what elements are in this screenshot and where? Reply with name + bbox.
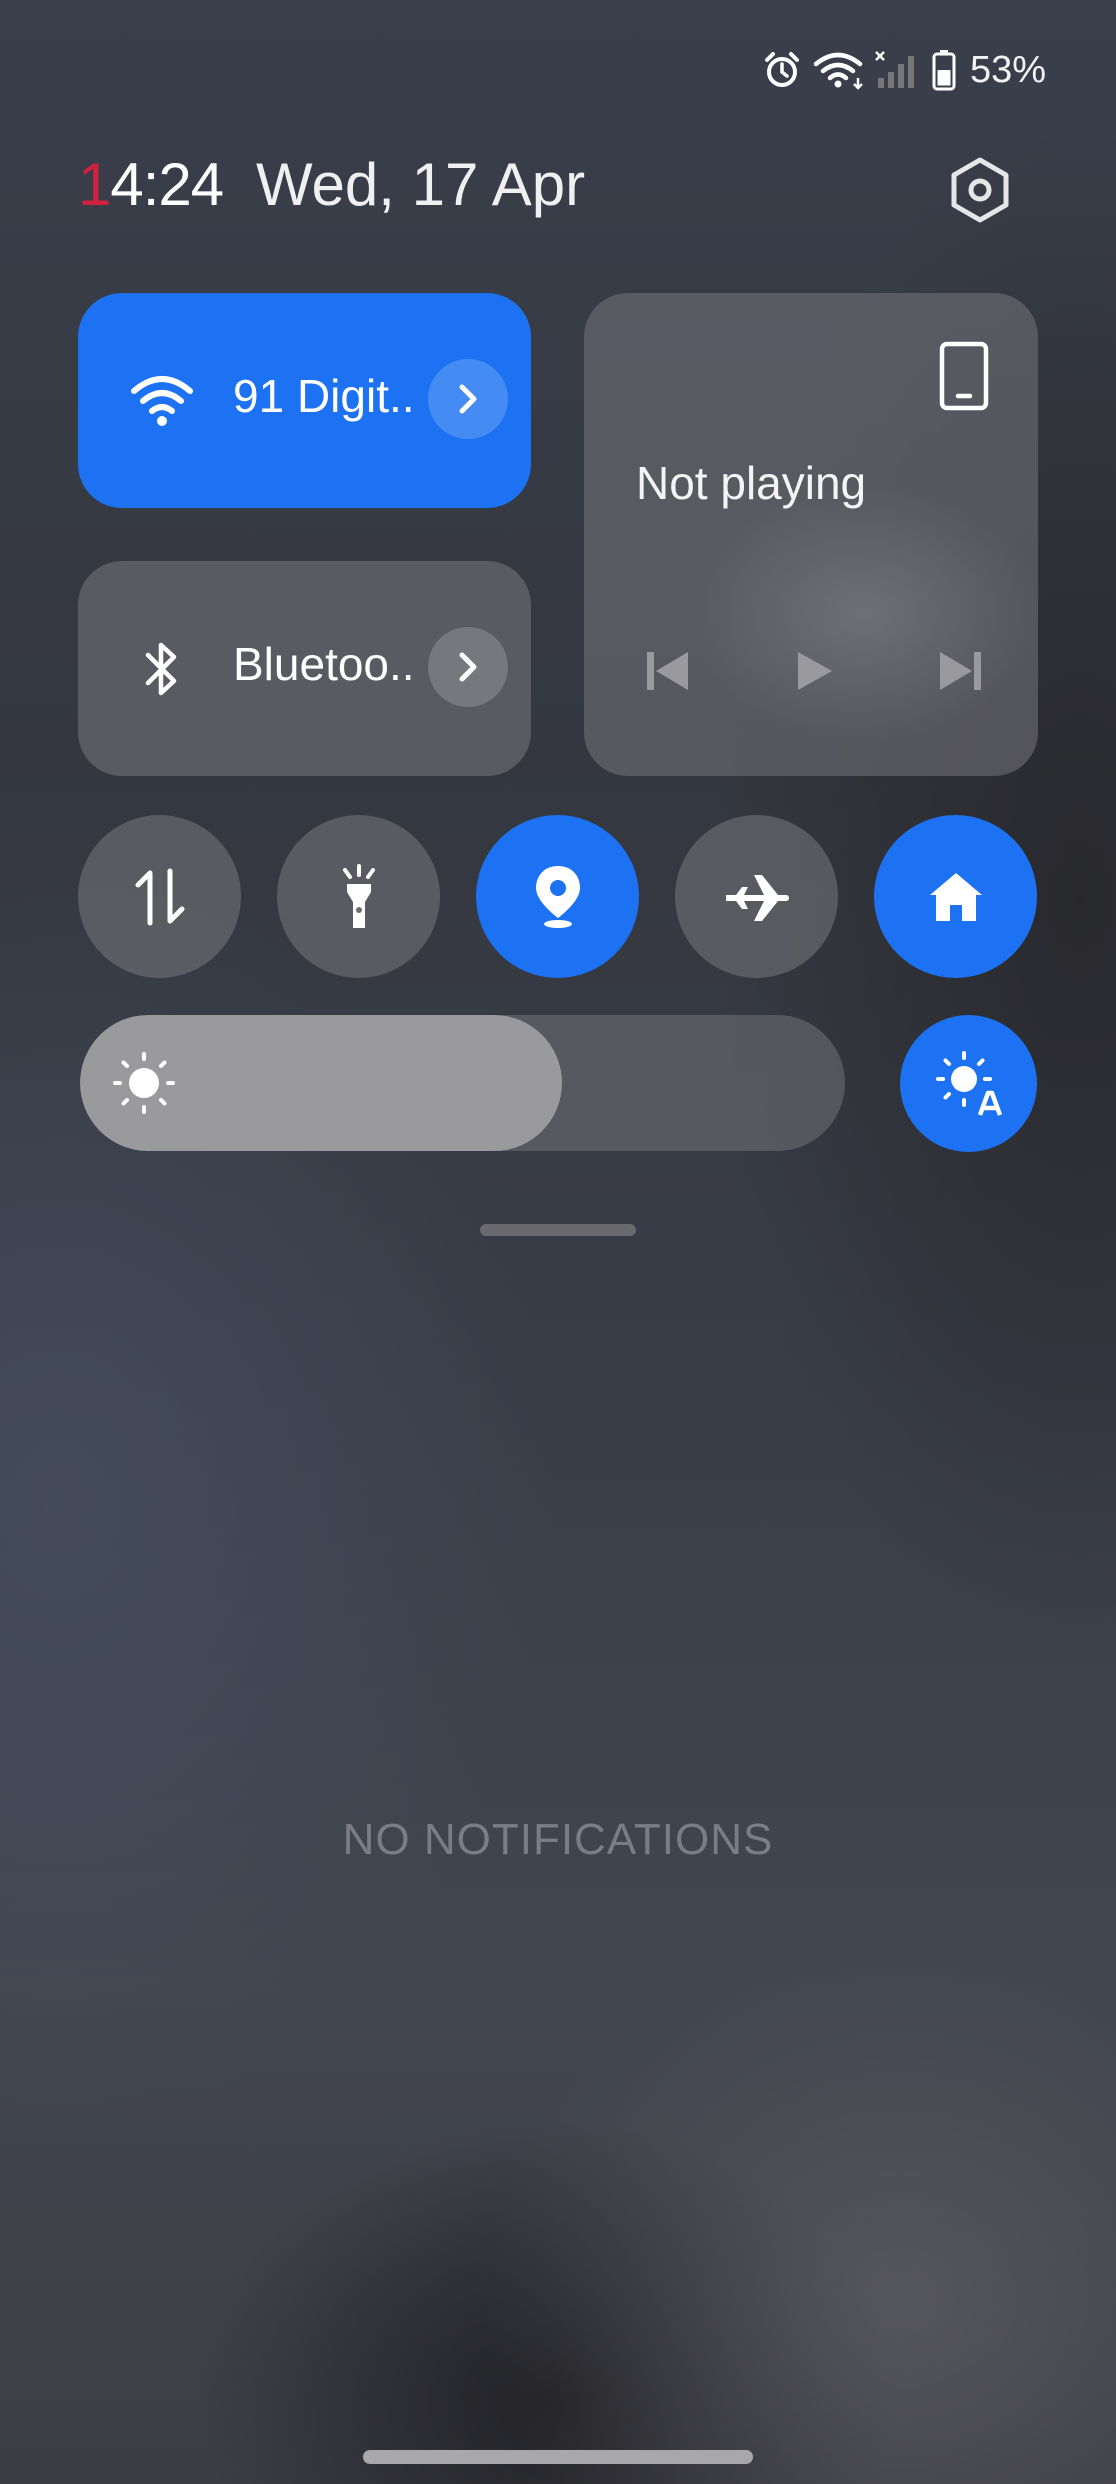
media-tile[interactable]: Not playing	[584, 293, 1038, 776]
auto-brightness-icon	[935, 1050, 1002, 1116]
phone-icon	[939, 341, 989, 411]
media-controls	[644, 648, 984, 699]
wifi-tile[interactable]: 91 Digit..	[78, 293, 531, 508]
skip-next-icon	[940, 652, 981, 690]
wifi-network-name: 91 Digit..	[233, 370, 415, 422]
previous-track-button[interactable]	[644, 648, 692, 699]
play-button[interactable]	[794, 648, 834, 699]
location-toggle[interactable]	[476, 815, 639, 978]
clock-first-digit: 1	[78, 151, 111, 218]
play-icon	[798, 652, 832, 690]
bluetooth-label: Bluetoo..	[233, 638, 415, 690]
panel-drag-handle[interactable]	[480, 1224, 636, 1236]
bluetooth-tile[interactable]: Bluetoo..	[78, 561, 531, 776]
bluetooth-icon	[126, 633, 198, 705]
media-status: Not playing	[636, 457, 867, 509]
output-device-button[interactable]	[938, 341, 990, 416]
battery-icon	[932, 49, 956, 91]
brightness-icon	[112, 1051, 176, 1120]
alarm-icon	[762, 50, 802, 90]
no-notifications-label: NO NOTIFICATIONS	[342, 1815, 774, 1864]
home-toggle[interactable]	[874, 815, 1037, 978]
chevron-right-icon	[459, 652, 477, 682]
battery-percent: 53%	[969, 48, 1046, 91]
bluetooth-details-button[interactable]	[428, 627, 508, 707]
wifi-icon	[812, 50, 864, 90]
wifi-details-button[interactable]	[428, 359, 508, 439]
clock[interactable]: 14:24	[78, 150, 224, 219]
flashlight-toggle[interactable]	[277, 815, 440, 978]
chevron-right-icon	[459, 384, 477, 414]
home-icon	[929, 872, 982, 921]
next-track-button[interactable]	[936, 648, 984, 699]
settings-button[interactable]	[938, 148, 1022, 232]
airplane-mode-toggle[interactable]	[675, 815, 838, 978]
date-label[interactable]: Wed, 17 Apr	[256, 150, 585, 219]
brightness-slider[interactable]	[80, 1015, 845, 1151]
mobile-data-toggle[interactable]	[78, 815, 241, 978]
location-pin-icon	[535, 865, 580, 928]
data-arrows-icon	[135, 868, 184, 925]
gear-icon	[951, 157, 1009, 223]
wifi-icon	[126, 365, 198, 437]
status-bar: 53%	[762, 40, 1046, 100]
clock-rest: 4:24	[110, 151, 224, 218]
cell-signal-icon	[874, 50, 922, 90]
flashlight-icon	[342, 863, 375, 928]
airplane-icon	[725, 874, 789, 921]
auto-brightness-toggle[interactable]	[900, 1015, 1037, 1152]
skip-previous-icon	[647, 652, 688, 690]
home-gesture-bar[interactable]	[363, 2450, 753, 2464]
